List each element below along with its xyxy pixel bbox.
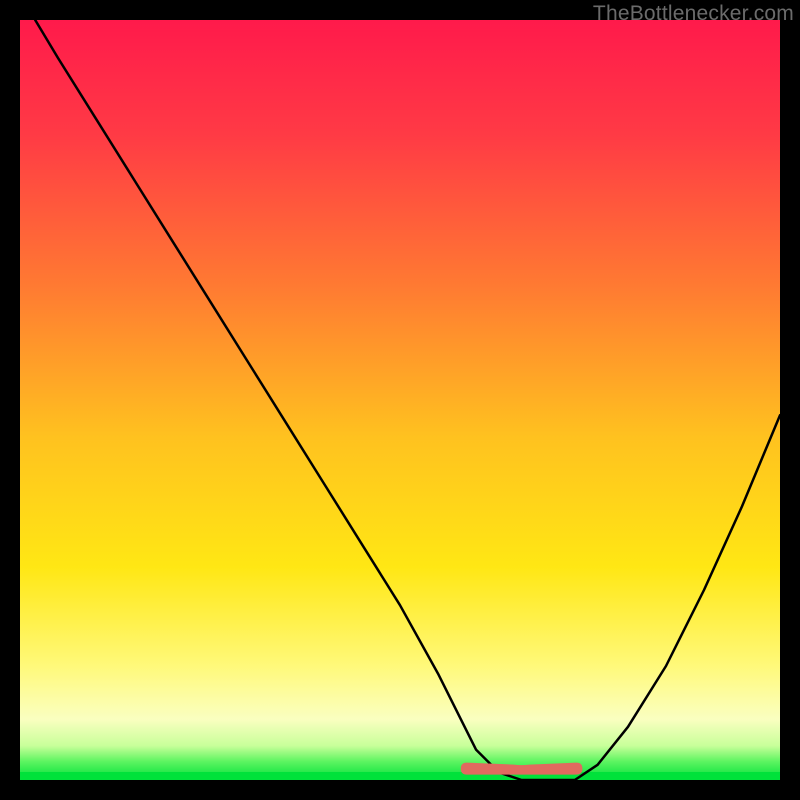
chart-plot-area xyxy=(20,20,780,780)
watermark-text: TheBottlenecker.com xyxy=(593,2,794,26)
chart-frame: TheBottlenecker.com xyxy=(0,0,800,800)
chart-svg xyxy=(20,20,780,780)
green-baseline xyxy=(20,772,780,780)
